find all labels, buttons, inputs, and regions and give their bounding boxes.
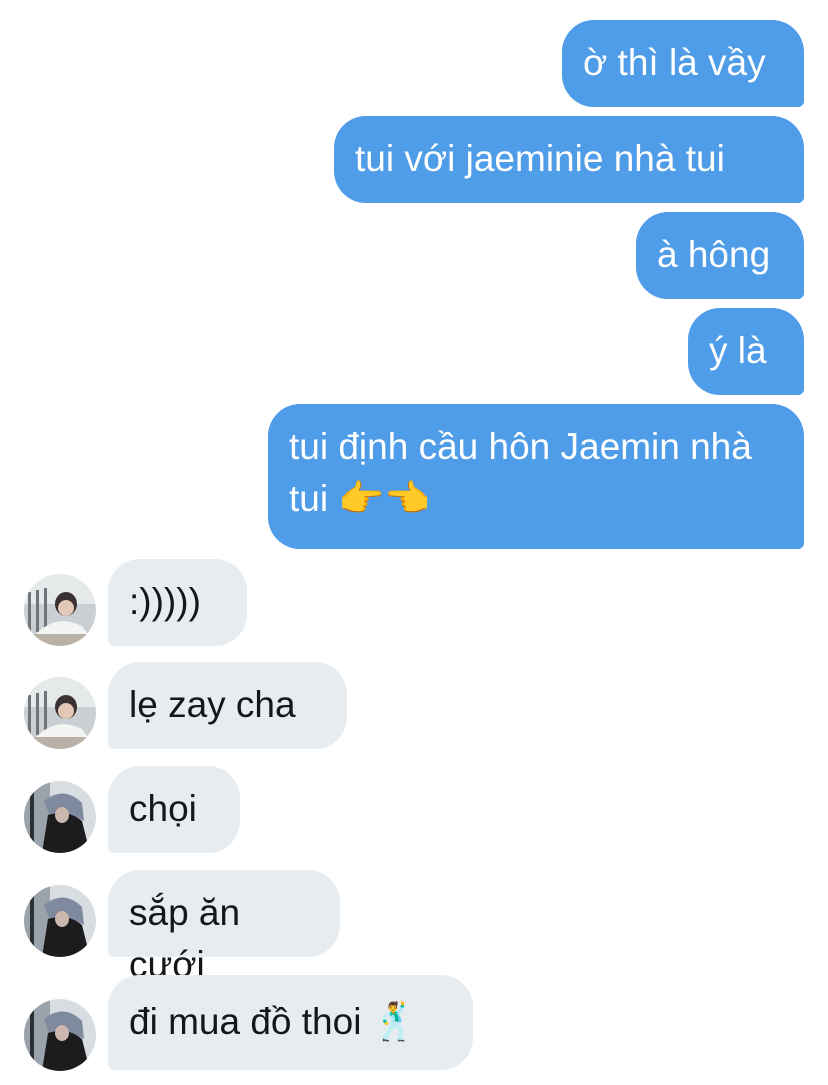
incoming-message[interactable]: chọi (108, 766, 240, 853)
avatar-user-b-image (24, 781, 96, 853)
outgoing-message[interactable]: à hông (636, 212, 804, 299)
avatar[interactable] (24, 999, 96, 1071)
incoming-message[interactable]: đi mua đồ thoi 🕺 (108, 975, 473, 1070)
avatar-user-b-image (24, 885, 96, 957)
incoming-message[interactable]: :))))) (108, 559, 247, 646)
avatar[interactable] (24, 885, 96, 957)
avatar-user-a-image (24, 677, 96, 749)
incoming-message[interactable]: sắp ăn cưới (108, 870, 340, 985)
outgoing-message[interactable]: ý là (688, 308, 804, 395)
incoming-message[interactable]: lẹ zay cha (108, 662, 347, 749)
outgoing-message[interactable]: tui với jaeminie nhà tui (334, 116, 804, 203)
avatar-user-b-image (24, 999, 96, 1071)
avatar[interactable] (24, 677, 96, 749)
outgoing-message[interactable]: tui định cầu hôn Jaemin nhà tui 👉👈 (268, 404, 804, 549)
avatar-user-a-image (24, 574, 96, 646)
avatar[interactable] (24, 574, 96, 646)
avatar[interactable] (24, 781, 96, 853)
outgoing-message[interactable]: ờ thì là vầy (562, 20, 804, 107)
